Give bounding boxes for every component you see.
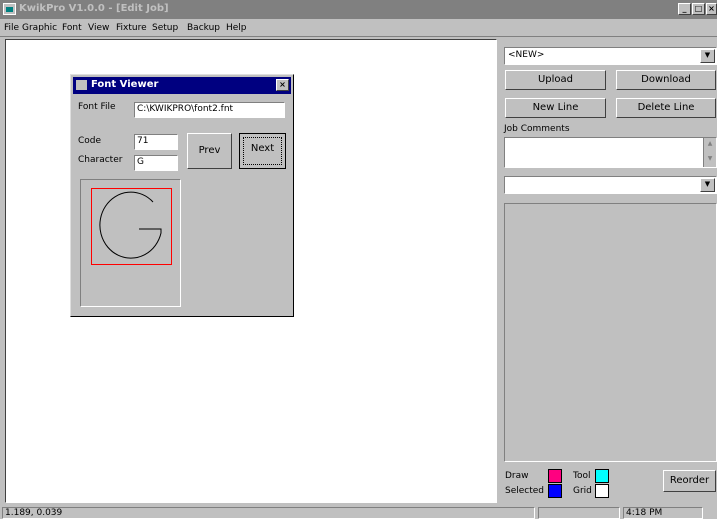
scroll-down-icon[interactable]: ▼ (704, 153, 716, 165)
right-panel: <NEW> ▼ Upload Download New Line Delete … (499, 39, 717, 503)
prev-button[interactable]: Prev (187, 133, 232, 169)
minimize-button[interactable]: _ (678, 3, 691, 15)
menu-file[interactable]: File (4, 23, 19, 33)
job-select[interactable]: <NEW> ▼ (504, 47, 717, 65)
job-comments-label: Job Comments (504, 124, 570, 134)
next-button[interactable]: Next (239, 133, 286, 169)
font-viewer-title-bar[interactable]: Font Viewer × (73, 77, 291, 94)
menu-fixture[interactable]: Fixture (116, 23, 147, 33)
delete-line-button[interactable]: Delete Line (616, 98, 716, 118)
menu-setup[interactable]: Setup (152, 23, 178, 33)
glyph-preview (80, 179, 181, 307)
second-select[interactable]: ▼ (504, 176, 717, 194)
job-select-value: <NEW> (508, 50, 545, 60)
menu-backup[interactable]: Backup (187, 23, 220, 33)
tool-color-swatch[interactable] (595, 469, 609, 483)
maximize-button[interactable]: □ (692, 3, 705, 15)
selected-color-swatch[interactable] (548, 484, 562, 498)
upload-button[interactable]: Upload (505, 70, 606, 90)
font-file-label: Font File (78, 102, 116, 112)
reorder-button[interactable]: Reorder (663, 470, 716, 492)
font-viewer-dialog: Font Viewer × Font File C:\KWIKPRO\font2… (70, 74, 294, 317)
character-field[interactable]: G (134, 155, 178, 171)
code-field[interactable]: 71 (134, 134, 178, 150)
menu-graphic[interactable]: Graphic (22, 23, 57, 33)
code-label: Code (78, 136, 102, 146)
close-button[interactable]: × (706, 3, 717, 15)
download-button[interactable]: Download (616, 70, 716, 90)
character-label: Character (78, 155, 123, 165)
grid-color-swatch[interactable] (595, 484, 609, 498)
status-time: 4:18 PM (623, 507, 703, 519)
line-list-panel[interactable] (504, 203, 717, 462)
menu-font[interactable]: Font (62, 23, 82, 33)
status-bar: 1.189, 0.039 4:18 PM (0, 505, 717, 519)
draw-label: Draw (505, 471, 529, 481)
window-title: KwikPro V1.0.0 - [Edit Job] (19, 3, 169, 14)
job-select-dropdown-icon[interactable]: ▼ (700, 49, 715, 63)
tool-label: Tool (573, 471, 591, 481)
glyph-g-outline (99, 191, 162, 259)
font-viewer-icon (76, 80, 87, 90)
font-file-field[interactable]: C:\KWIKPRO\font2.fnt (134, 102, 285, 118)
grid-label: Grid (573, 486, 592, 496)
selected-label: Selected (505, 486, 545, 496)
new-line-button[interactable]: New Line (505, 98, 606, 118)
second-select-dropdown-icon[interactable]: ▼ (700, 178, 715, 192)
font-viewer-title: Font Viewer (91, 79, 159, 90)
comments-scrollbar[interactable]: ▲ ▼ (703, 138, 716, 167)
status-coords: 1.189, 0.039 (2, 507, 535, 519)
menu-help[interactable]: Help (226, 23, 247, 33)
menu-bar: File Graphic Font View Fixture Setup Bac… (0, 19, 717, 37)
font-viewer-close-button[interactable]: × (276, 79, 289, 91)
menu-view[interactable]: View (88, 23, 109, 33)
title-bar: KwikPro V1.0.0 - [Edit Job] _ □ × (0, 0, 717, 19)
job-comments-field[interactable]: ▲ ▼ (504, 137, 717, 168)
status-panel-empty (538, 507, 620, 519)
app-icon[interactable] (3, 3, 16, 15)
draw-color-swatch[interactable] (548, 469, 562, 483)
scroll-up-icon[interactable]: ▲ (704, 138, 716, 150)
